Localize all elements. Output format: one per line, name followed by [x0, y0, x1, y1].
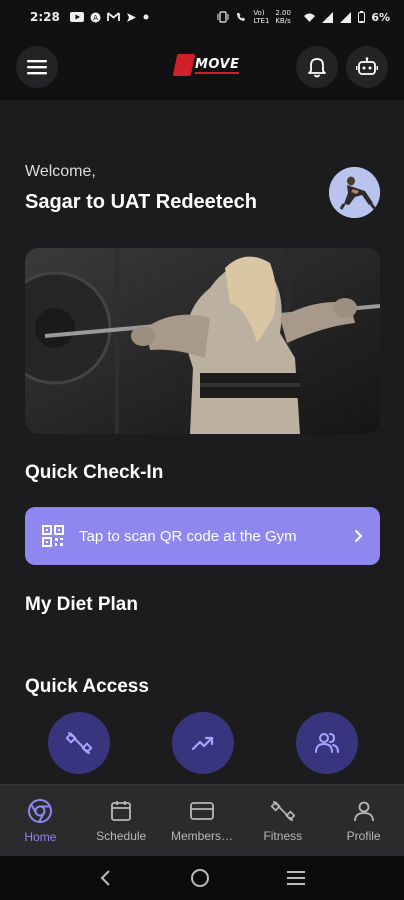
diet-plan-title: My Diet Plan [25, 594, 138, 615]
nav-label-fitness: Fitness [263, 828, 303, 843]
dumbbell-icon [66, 732, 92, 754]
wifi-icon [304, 13, 316, 22]
home-icon [28, 798, 53, 823]
quick-access-fitness-button[interactable] [48, 712, 110, 774]
nav-label-profile: Profile [346, 828, 381, 843]
youtube-icon [69, 12, 84, 22]
nav-item-home[interactable]: Home [0, 785, 81, 856]
assistant-bot-button[interactable] [346, 46, 388, 88]
scan-qr-button[interactable]: Tap to scan QR code at the Gym [25, 507, 380, 565]
avatar-image [329, 167, 380, 218]
chevron-right-icon [355, 530, 363, 542]
qr-code-icon [42, 525, 64, 547]
status-notifications: A [69, 12, 149, 23]
gmail-icon [106, 12, 120, 21]
network-speed: 2.00 KB/s [275, 9, 291, 25]
scan-qr-label: Tap to scan QR code at the Gym [79, 527, 297, 545]
menu-button[interactable] [16, 46, 58, 88]
logo-mark [172, 54, 196, 76]
users-icon [315, 733, 339, 753]
person-icon [353, 801, 374, 821]
bottom-navigation: Home Schedule Members… Fitness Profile [0, 784, 404, 856]
app-logo: MOVE [172, 54, 240, 76]
bell-icon [308, 58, 326, 78]
home-content[interactable]: Welcome, Sagar to UAT Redeetech Quick Ch… [0, 100, 404, 784]
user-avatar[interactable] [329, 167, 380, 218]
bot-icon [356, 57, 378, 75]
calendar-icon [111, 800, 132, 821]
quick-access-title: Quick Access [25, 676, 149, 697]
welcome-greeting: Welcome, [25, 163, 96, 180]
network-type: Vo) LTE1 [253, 9, 270, 25]
status-system-icons: Vo) LTE1 2.00 KB/s 6% [217, 9, 390, 25]
status-time: 2:28 [30, 10, 60, 24]
nav-label-schedule: Schedule [96, 828, 147, 843]
nav-item-membership[interactable]: Members… [162, 785, 243, 856]
quick-access-members-button[interactable] [296, 712, 358, 774]
recents-icon[interactable] [287, 871, 306, 885]
signal-icon-2 [340, 11, 352, 23]
trend-up-icon [191, 736, 214, 751]
header-actions [296, 46, 388, 88]
hero-workout-image [25, 248, 380, 434]
quick-access-progress-button[interactable] [172, 712, 234, 774]
call-icon [237, 13, 246, 21]
notifications-button[interactable] [296, 46, 338, 88]
logo-text: MOVE [195, 56, 240, 74]
nav-item-fitness[interactable]: Fitness [242, 785, 323, 856]
system-navigation-bar [0, 856, 404, 900]
nav-label-membership: Members… [170, 828, 233, 843]
send-icon [126, 12, 136, 22]
vibrate-icon [217, 11, 229, 23]
dumbbell-icon [270, 800, 295, 821]
app-header: MOVE [0, 34, 404, 100]
welcome-username: Sagar to UAT Redeetech [25, 191, 257, 213]
hero-banner [25, 248, 380, 434]
back-icon[interactable] [99, 869, 113, 887]
nav-item-schedule[interactable]: Schedule [81, 785, 162, 856]
status-bar: 2:28 A Vo) LTE1 2.00 KB/s 6% [0, 0, 404, 34]
home-circle-icon[interactable] [190, 868, 210, 888]
signal-icon [322, 11, 334, 23]
menu-icon [27, 60, 47, 75]
battery-level: 6% [371, 10, 390, 24]
card-icon [190, 801, 214, 820]
dot-icon [143, 14, 149, 20]
battery-icon [358, 11, 366, 23]
nav-item-profile[interactable]: Profile [323, 785, 404, 856]
nav-label-home: Home [24, 829, 57, 844]
svg-text:A: A [93, 14, 98, 22]
quick-checkin-title: Quick Check-In [25, 462, 164, 483]
app-icon: A [90, 12, 101, 22]
